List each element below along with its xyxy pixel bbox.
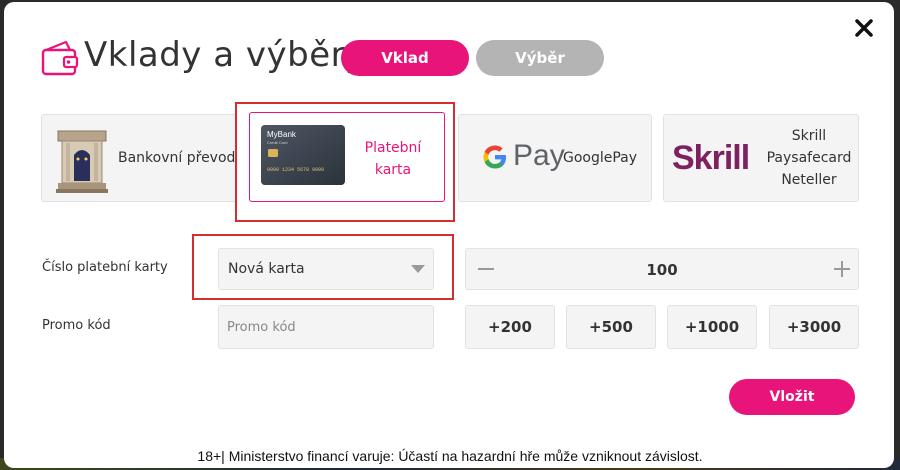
method-paysafecard-label: Paysafecard	[766, 150, 852, 166]
skrill-logo: Skrill	[672, 139, 750, 177]
card-number: 0000 1234 5678 9000	[267, 167, 324, 173]
deposit-modal: Vklady a výběry Vklad Výběr Bankovní pře…	[4, 2, 894, 468]
method-skrill-label: Skrill	[791, 128, 827, 144]
promo-label: Promo kód	[42, 318, 111, 333]
googlepay-logo-text: Pay	[513, 139, 565, 172]
quick-amount-button[interactable]: +3000	[769, 305, 859, 349]
quick-amount-button[interactable]: +1000	[667, 305, 757, 349]
card-subtitle: Credit Card	[267, 140, 287, 145]
wallet-icon	[41, 40, 79, 76]
page-title: Vklady a výběry	[84, 35, 366, 75]
google-g-icon	[483, 145, 506, 169]
method-payment-card[interactable]: MyBank Credit Card 0000 1234 5678 9000 P…	[249, 112, 445, 202]
method-card-label: Platební karta	[350, 137, 436, 181]
tab-withdraw[interactable]: Výběr	[476, 40, 604, 76]
method-skrill[interactable]: Skrill Skrill Paysafecard Neteller	[663, 114, 859, 202]
chevron-down-icon	[411, 265, 425, 273]
amount-value[interactable]: 100	[466, 261, 858, 279]
method-neteller-label: Neteller	[781, 172, 837, 188]
gambling-disclaimer: 18+| Ministerstvo financí varuje: Účastí…	[197, 448, 703, 464]
method-googlepay[interactable]: Pay GooglePay	[458, 114, 652, 202]
card-select[interactable]: Nová karta	[218, 248, 434, 290]
amount-stepper: 100	[465, 248, 859, 290]
card-select-value: Nová karta	[228, 261, 305, 277]
quick-amount-button[interactable]: +500	[566, 305, 656, 349]
card-number-label: Číslo platební karty	[42, 260, 168, 275]
card-brand: MyBank	[267, 130, 297, 139]
tab-deposit[interactable]: Vklad	[341, 40, 469, 76]
method-skrill-labels: Skrill Paysafecard Neteller	[764, 125, 854, 191]
promo-input[interactable]	[218, 305, 434, 349]
method-card-label-line2: karta	[374, 162, 412, 178]
quick-amount-button[interactable]: +200	[465, 305, 555, 349]
method-googlepay-label: GooglePay	[563, 150, 638, 166]
bank-icon	[56, 130, 108, 193]
method-bank-transfer[interactable]: Bankovní převod	[41, 114, 237, 202]
close-icon[interactable]	[852, 16, 876, 40]
method-card-label-line1: Platební	[364, 140, 422, 156]
method-bank-label: Bankovní převod	[118, 150, 236, 166]
plus-icon[interactable]	[832, 259, 852, 279]
credit-card-icon: MyBank Credit Card 0000 1234 5678 9000	[261, 125, 345, 185]
submit-deposit-button[interactable]: Vložit	[729, 379, 855, 415]
